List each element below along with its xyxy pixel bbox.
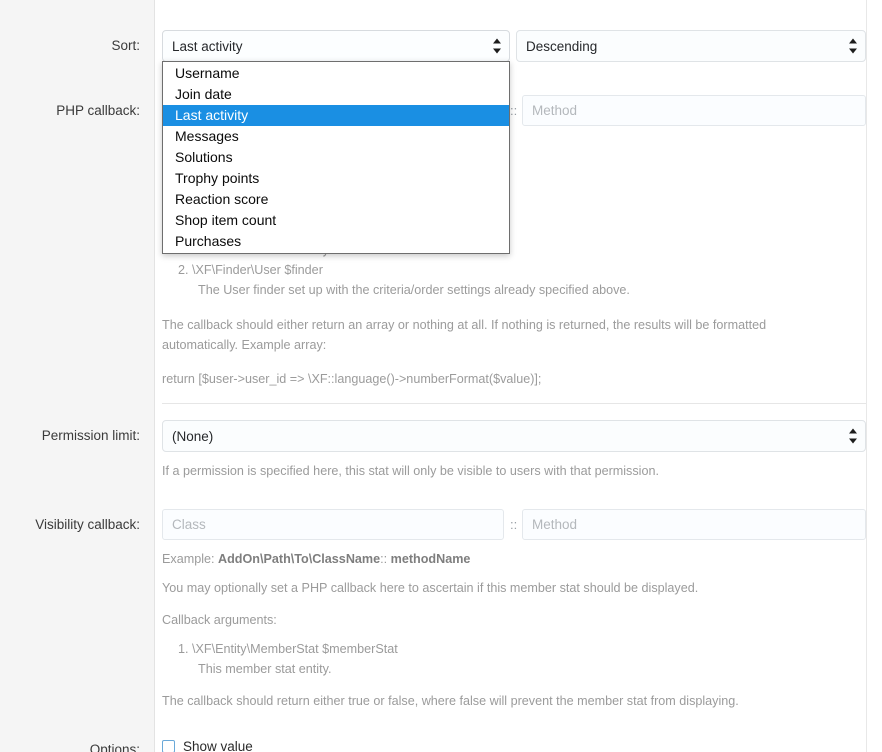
page-right-margin <box>866 0 882 752</box>
permission-limit-select[interactable]: (None) <box>162 420 866 452</box>
visibility-callback-method-input[interactable] <box>522 509 866 540</box>
sort-label: Sort: <box>111 38 140 53</box>
visibility-callback-class-input[interactable] <box>162 509 504 540</box>
show-value-checkbox-row[interactable]: Show value <box>162 739 253 752</box>
sort-direction-select-value: Descending <box>526 38 598 54</box>
admin-member-stat-form: Sort: Last activity Descending PHP callb… <box>0 0 882 752</box>
permission-limit-select-value: (None) <box>172 428 214 444</box>
php-callback-return-note: The callback should either return an arr… <box>162 318 767 352</box>
section-divider <box>162 403 866 404</box>
dropdown-option-messages[interactable]: Messages <box>163 126 509 147</box>
visibility-callback-return-note: The callback should return either true o… <box>162 694 739 708</box>
argument-signature: \XF\Entity\MemberStat $memberStat <box>192 642 398 656</box>
options-label: Options: <box>89 742 140 752</box>
permission-limit-label: Permission limit: <box>41 428 140 443</box>
dropdown-option-solutions[interactable]: Solutions <box>163 147 509 168</box>
dropdown-option-reaction-score[interactable]: Reaction score <box>163 189 509 210</box>
show-value-checkbox[interactable] <box>162 740 175 752</box>
chevron-updown-icon <box>492 38 501 54</box>
sort-field-select[interactable]: Last activity <box>162 30 510 62</box>
visibility-callback-help: You may optionally set a PHP callback he… <box>162 581 699 595</box>
sort-field-select-value: Last activity <box>172 38 243 54</box>
chevron-updown-icon <box>848 428 857 444</box>
php-callback-label: PHP callback: <box>56 103 140 118</box>
permission-limit-help: If a permission is specified here, this … <box>162 464 659 478</box>
visibility-callback-example: Example: AddOn\Path\To\ClassName:: metho… <box>162 549 470 569</box>
dropdown-option-trophy-points[interactable]: Trophy points <box>163 168 509 189</box>
php-callback-code-example: return [$user->user_id => \XF::language(… <box>162 372 542 386</box>
visibility-callback-label: Visibility callback: <box>35 517 140 532</box>
sort-direction-select[interactable]: Descending <box>516 30 866 62</box>
dropdown-option-join-date[interactable]: Join date <box>163 84 509 105</box>
dropdown-option-last-activity[interactable]: Last activity <box>163 105 509 126</box>
dropdown-option-purchases[interactable]: Purchases <box>163 231 509 252</box>
php-callback-method-input[interactable] <box>522 95 866 126</box>
sort-field-dropdown-list[interactable]: Username Join date Last activity Message… <box>162 61 510 254</box>
dropdown-option-username[interactable]: Username <box>163 63 509 84</box>
dropdown-option-shop-item-count[interactable]: Shop item count <box>163 210 509 231</box>
visibility-callback-arguments: \XF\Entity\MemberStat $memberStat This m… <box>162 639 866 679</box>
example-separator: :: <box>380 552 388 566</box>
chevron-updown-icon <box>848 38 857 54</box>
list-item: \XF\Entity\MemberStat $memberStat This m… <box>192 639 866 679</box>
visibility-callback-args-title: Callback arguments: <box>162 613 277 627</box>
visibility-callback-argument-list: \XF\Entity\MemberStat $memberStat This m… <box>162 639 866 679</box>
argument-signature: \XF\Finder\User $finder <box>192 263 323 277</box>
argument-description: The User finder set up with the criteria… <box>198 283 630 297</box>
example-prefix: Example: <box>162 552 215 566</box>
example-class: AddOn\Path\To\ClassName <box>218 552 381 566</box>
example-method: methodName <box>390 552 471 566</box>
argument-description: This member stat entity. <box>198 662 332 676</box>
list-item: \XF\Finder\User $finder The User finder … <box>192 260 866 300</box>
show-value-label: Show value <box>183 739 253 752</box>
